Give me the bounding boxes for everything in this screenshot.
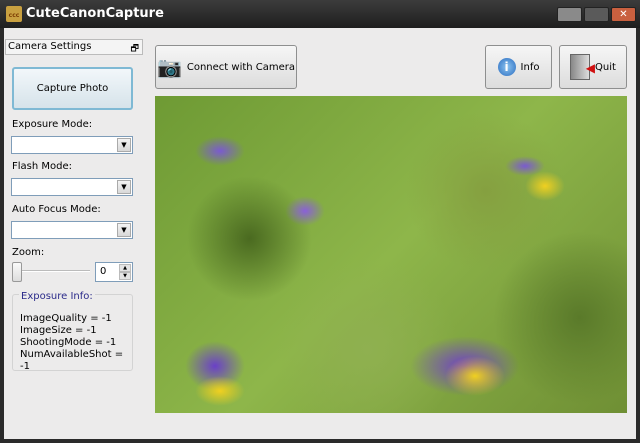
zoom-spinbox[interactable]: 0 ▲ ▼ [95,262,133,282]
exposure-mode-select[interactable]: ▼ [11,136,133,154]
image-size-info: ImageSize = -1 [20,325,97,336]
app-icon: ccc [6,6,22,22]
exit-door-icon: ◀ [570,54,595,80]
af-mode-select[interactable]: ▼ [11,221,133,239]
chevron-down-icon[interactable]: ▼ [117,223,131,237]
title-bar: ccc CuteCanonCapture ✕ [0,0,640,28]
zoom-slider-thumb[interactable] [12,262,22,282]
af-mode-label: Auto Focus Mode: [12,204,101,215]
info-label: Info [520,61,540,73]
dock-title: Camera Settings 🗗 [5,39,143,55]
shooting-mode-info: ShootingMode = -1 [20,337,117,348]
num-available-shot-info: NumAvailableShot = -1 [20,349,124,372]
exposure-mode-label: Exposure Mode: [12,119,93,130]
camera-icon: 📷 [156,55,182,79]
flash-mode-select[interactable]: ▼ [11,178,133,196]
info-icon: i [497,58,516,76]
flash-mode-label: Flash Mode: [12,161,72,172]
chevron-down-icon[interactable]: ▼ [117,138,131,152]
minimize-button[interactable] [557,7,582,22]
main-window: Camera Settings 🗗 Capture Photo Exposure… [4,28,636,439]
dock-title-label: Camera Settings [8,41,92,52]
image-quality-info: ImageQuality = -1 [20,313,112,324]
exposure-info-title: Exposure Info: [19,291,95,302]
quit-label: Quit [595,61,616,73]
spin-down-icon[interactable]: ▼ [119,272,131,280]
spin-up-icon[interactable]: ▲ [119,264,131,272]
float-dock-icon[interactable]: 🗗 [131,41,139,57]
connect-label: Connect with Camera [186,61,296,73]
exposure-info-group: Exposure Info: ImageQuality = -1 ImageSi… [12,291,133,372]
quit-button[interactable]: ◀ Quit [559,45,627,89]
camera-preview-image [155,96,627,413]
window-title: CuteCanonCapture [26,6,164,21]
chevron-down-icon[interactable]: ▼ [117,180,131,194]
zoom-slider-track[interactable] [12,270,90,272]
connect-camera-button[interactable]: 📷 Connect with Camera [155,45,297,89]
zoom-label: Zoom: [12,247,45,258]
zoom-value: 0 [100,266,107,277]
info-button[interactable]: i Info [485,45,552,89]
capture-photo-button[interactable]: Capture Photo [12,67,133,110]
maximize-button[interactable] [584,7,609,22]
close-button[interactable]: ✕ [611,7,636,22]
